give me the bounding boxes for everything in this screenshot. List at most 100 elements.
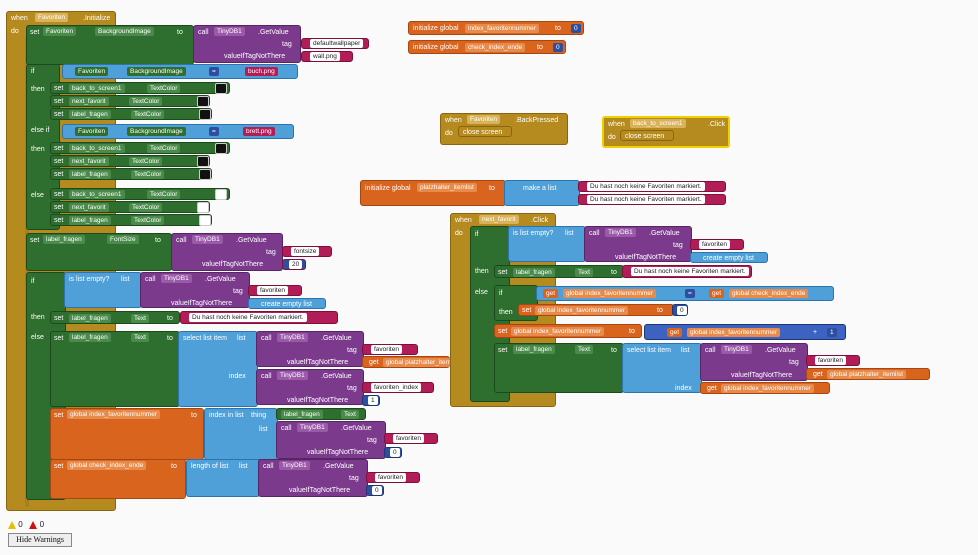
set-label-textcolor-1[interactable]: set label_fragen TextColor — [50, 108, 212, 120]
set-label-textcolor-3[interactable]: set label_fragen TextColor — [50, 214, 212, 226]
prop[interactable]: TextColor — [147, 190, 181, 199]
text-block-favoriten-2[interactable]: favoriten — [362, 344, 418, 355]
prop[interactable]: TextColor — [129, 203, 163, 212]
number-block-1[interactable]: 1 — [362, 395, 380, 406]
comp[interactable]: label_fragen — [69, 110, 111, 119]
number-value[interactable]: 0 — [390, 448, 400, 457]
prop[interactable]: Text — [341, 410, 359, 419]
text-value[interactable]: fontsize — [291, 247, 320, 256]
comp[interactable]: label_fragen — [281, 410, 323, 419]
set-global-check-block[interactable]: set global check_index_ende to — [50, 459, 186, 499]
prop[interactable]: TextColor — [131, 170, 165, 179]
comp[interactable]: back_to_screen1 — [69, 84, 125, 93]
length-of-list-block[interactable]: length of list list — [186, 459, 260, 497]
property-ref[interactable]: BackgroundImage — [127, 67, 186, 76]
variable-ref[interactable]: global index_favoritennummer — [721, 384, 815, 393]
prop[interactable]: TextColor — [147, 144, 181, 153]
tinydb-dropdown[interactable]: TinyDB1 — [161, 274, 192, 283]
text-block-no-favs-3[interactable]: Du hast noch keine Favoriten markiert. — [578, 194, 726, 205]
property-ref[interactable]: BackgroundImage — [127, 127, 186, 136]
set-global-index-plus[interactable]: set global index_favoritennummer to — [494, 324, 642, 338]
text-value[interactable]: favoriten — [375, 473, 406, 482]
warning-indicator[interactable]: 0 0 — [8, 520, 44, 529]
comp[interactable]: label_fragen — [513, 345, 555, 354]
prop[interactable]: TextColor — [147, 84, 181, 93]
text-value[interactable]: favoriten — [393, 434, 424, 443]
is-list-empty-block-2[interactable]: is list empty? list — [508, 226, 586, 262]
is-list-empty-block[interactable]: is list empty? list — [64, 272, 142, 308]
component-ref[interactable]: Favoriten — [75, 127, 109, 136]
color-swatch-white[interactable] — [215, 189, 227, 200]
text-value[interactable]: Du hast noch keine Favoriten markiert. — [587, 195, 705, 204]
prop[interactable]: TextColor — [131, 110, 165, 119]
variable-name[interactable]: index_favoritennummer — [465, 24, 539, 33]
set-global-index-zero[interactable]: set global index_favoritennummer to — [518, 304, 674, 316]
tinydb-getvalue-block-9[interactable]: call TinyDB1 .GetValue tag valueIfTagNotTher… — [700, 343, 808, 381]
set-label-fontsize-block[interactable]: set label_fragen FontSize to — [26, 233, 172, 271]
text-value[interactable]: favoriten — [815, 356, 846, 365]
text-block-favoriten-5[interactable]: favoriten — [690, 239, 744, 250]
get-platzhalter-block-1[interactable]: get global platzhalter_itemlist — [362, 356, 462, 368]
comp[interactable]: back_to_screen1 — [69, 144, 125, 153]
text-block-favoriten-4[interactable]: favoriten — [366, 472, 420, 483]
set-label-text-block-3[interactable]: set label_fragen Text to — [494, 265, 624, 278]
variable-ref[interactable]: global index_favoritennummer — [67, 410, 161, 419]
number-value[interactable]: 1 — [368, 396, 378, 405]
color-swatch-black[interactable] — [199, 109, 211, 120]
comp[interactable]: next_favorit — [69, 157, 109, 166]
variable-name[interactable]: platzhalter_itemlist — [417, 183, 477, 192]
comp[interactable]: label_fragen — [513, 268, 555, 277]
tinydb-getvalue-block-3[interactable]: call TinyDB1 .GetValue tag valueIfTagNot… — [140, 272, 250, 308]
set-favoriten-background-block[interactable]: set Favoriten BackgroundImage to — [26, 25, 194, 65]
set-label-text-block-1[interactable]: set label_fragen Text to — [50, 311, 180, 324]
comp[interactable]: label_fragen — [43, 235, 85, 244]
variable-ref[interactable]: global index_favoritennummer — [563, 289, 657, 298]
text-block-favoriten-1[interactable]: favoriten — [248, 285, 302, 296]
prop[interactable]: Text — [131, 333, 149, 342]
get-platzhalter-block-2[interactable]: get global platzhalter_itemlist — [806, 368, 930, 380]
tinydb-dropdown[interactable]: TinyDB1 — [214, 27, 245, 36]
text-block-no-favs-4[interactable]: Du hast noch keine Favoriten markiert. — [622, 265, 752, 278]
color-swatch-black[interactable] — [215, 143, 227, 154]
text-value[interactable]: Du hast noch keine Favoriten markiert. — [631, 267, 749, 276]
prop[interactable]: TextColor — [129, 97, 163, 106]
number-block-0a[interactable]: 0 — [384, 447, 402, 458]
text-value[interactable]: favoriten — [371, 345, 402, 354]
tinydb-getvalue-block-7[interactable]: call TinyDB1 .GetValue tag valueIfTagNotTher… — [258, 459, 368, 497]
comp[interactable]: back_to_screen1 — [69, 190, 125, 199]
text-value[interactable]: defaultwallpaper — [310, 39, 364, 48]
comp[interactable]: next_favorit — [69, 97, 109, 106]
comp[interactable]: label_fragen — [69, 314, 111, 323]
prop[interactable]: TextColor — [129, 157, 163, 166]
variable-ref[interactable]: global platzhalter_itemlist — [827, 370, 906, 379]
init-global-check-idx[interactable]: initialize global check_index_ende to 0 — [408, 40, 566, 54]
color-swatch-black[interactable] — [197, 156, 209, 167]
create-empty-list-block-1[interactable]: create empty list — [248, 298, 326, 309]
set-back-textcolor-1[interactable]: set back_to_screen1 TextColor — [50, 82, 230, 94]
tinydb-getvalue-block-5[interactable]: call TinyDB1 .GetValue tag valueIfTagNotTher… — [256, 369, 364, 405]
set-next-textcolor-3[interactable]: set next_favorit TextColor — [50, 201, 210, 213]
text-value[interactable]: brett.png — [243, 127, 275, 136]
tinydb-dropdown[interactable]: TinyDB1 — [297, 423, 328, 432]
close-screen-block-2[interactable]: close screen — [620, 130, 674, 141]
tinydb-dropdown[interactable]: TinyDB1 — [721, 345, 752, 354]
prop[interactable]: TextColor — [131, 216, 165, 225]
text-block-fontsize[interactable]: fontsize — [282, 246, 332, 257]
comp[interactable]: label_fragen — [69, 170, 111, 179]
number-value[interactable]: 1 — [827, 328, 837, 337]
text-value[interactable]: Du hast noch keine Favoriten markiert. — [587, 182, 705, 191]
text-value[interactable]: buch.png — [245, 67, 278, 76]
tinydb-dropdown[interactable]: TinyDB1 — [605, 228, 636, 237]
tinydb-dropdown[interactable]: TinyDB1 — [277, 333, 308, 342]
tinydb-getvalue-block-4[interactable]: call TinyDB1 .GetValue tag valueIfTagNotTher… — [256, 331, 364, 367]
init-global-platzhalter[interactable]: initialize global platzhalter_itemlist to — [360, 180, 506, 206]
component-dropdown[interactable]: next_favorit — [479, 215, 519, 224]
component-dropdown[interactable]: Favoriten — [467, 115, 501, 124]
comp[interactable]: label_fragen — [69, 333, 111, 342]
text-value[interactable]: favoriten_index — [371, 383, 422, 392]
color-swatch-white[interactable] — [199, 215, 211, 226]
get-index-fav-block[interactable]: get global index_favoritennummer — [700, 382, 830, 394]
set-global-index-block[interactable]: set global index_favoritennummer to — [50, 408, 204, 460]
number-value[interactable]: 20 — [289, 260, 303, 269]
tinydb-getvalue-block-6[interactable]: call TinyDB1 .GetValue tag valueIfTagNotTher… — [276, 421, 386, 459]
